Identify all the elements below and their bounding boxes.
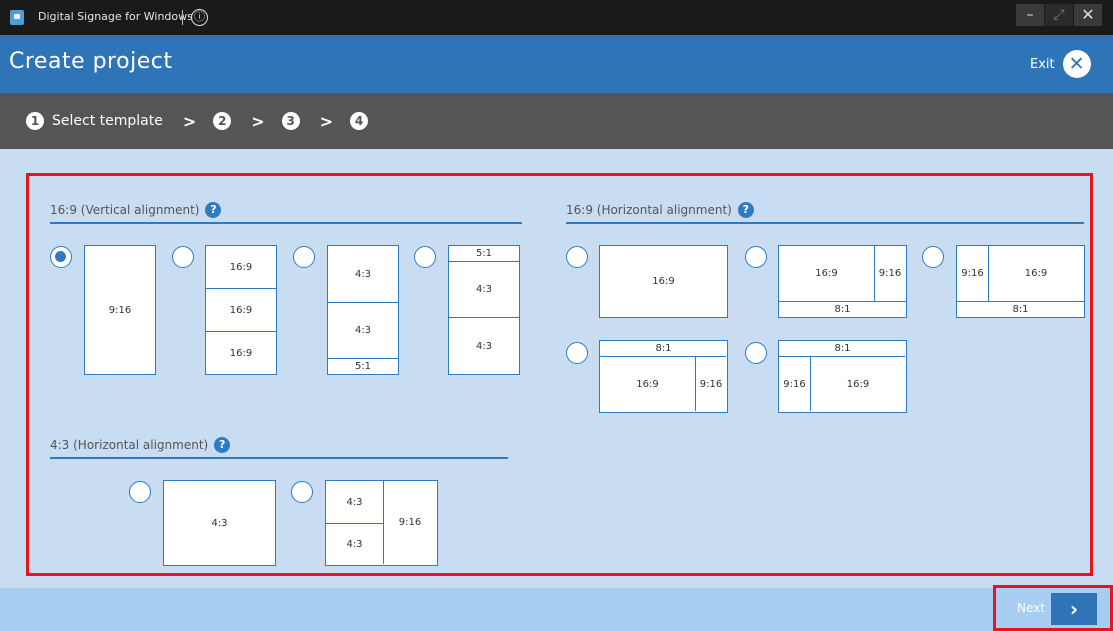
layout-cell: 9:16 [874,246,905,301]
step-1-number: 1 [26,112,44,130]
template-radio-h1[interactable] [566,246,588,268]
layout-cell: 9:16 [961,268,984,279]
section-label: 4:3 (Horizontal alignment) [50,438,209,452]
layout-cell: 16:9 [652,276,675,287]
template-radio-f2[interactable] [291,481,313,503]
chevron-right-icon[interactable]: › [1051,593,1097,625]
maximize-button[interactable]: ⤢ [1045,4,1073,26]
layout-cell: 4:3 [449,317,519,374]
layout-cell: 8:1 [957,301,1084,316]
section-title-16-9-horizontal: 16:9 (Horizontal alignment) ? [566,202,754,218]
layout-cell: 16:9 [229,262,253,273]
exit-label[interactable]: Exit [1030,57,1055,72]
chevron-right-icon: > [251,111,265,131]
template-h5-preview[interactable]: 8:1 9:16 16:9 [778,340,907,413]
layout-cell: 4:3 [211,517,228,529]
section-divider [566,222,1084,224]
chevron-right-icon: > [182,111,197,131]
template-v3-preview[interactable]: 4:3 4:3 5:1 [327,245,399,375]
layout-cell: 4:3 [449,261,519,317]
info-icon[interactable]: ⓘ [191,9,208,26]
title-bar: Digital Signage for Windows ⓘ – ⤢ ✕ [0,0,1113,35]
step-2-number: 2 [213,112,232,130]
template-f1-preview[interactable]: 4:3 [163,480,276,566]
chevron-right-icon: > [319,111,334,131]
section-label: 16:9 (Horizontal alignment) [566,203,732,217]
layout-cell: 16:9 [988,246,1083,301]
layout-cell: 8:1 [779,301,906,316]
minimize-button[interactable]: – [1016,4,1044,26]
layout-cell: 9:16 [108,304,132,316]
layout-cell: 8:1 [655,343,672,354]
layout-cell: 16:9 [206,331,276,374]
step-1-label: Select template [52,113,163,129]
template-radio-f1[interactable] [129,481,151,503]
section-title-16-9-vertical: 16:9 (Vertical alignment) ? [50,202,222,218]
layout-cell: 4:3 [346,496,363,508]
layout-cell: 16:9 [206,288,276,332]
title-separator [182,10,183,25]
template-h4-preview[interactable]: 8:1 16:9 9:16 [599,340,728,413]
template-v2-preview[interactable]: 16:9 16:9 16:9 [205,245,277,375]
footer-bar [0,588,1113,631]
template-radio-v4[interactable] [414,246,436,268]
template-h1-preview[interactable]: 16:9 [599,245,728,318]
layout-cell: 9:16 [383,481,436,564]
layout-cell: 8:1 [834,343,851,354]
section-divider [50,457,508,459]
section-title-4-3-horizontal: 4:3 (Horizontal alignment) ? [50,437,231,453]
template-radio-h5[interactable] [745,342,767,364]
next-button[interactable]: Next › [993,585,1113,631]
template-v4-preview[interactable]: 5:1 4:3 4:3 [448,245,520,375]
layout-cell: 9:16 [779,356,810,411]
layout-cell: 16:9 [815,268,838,279]
layout-cell: 5:1 [475,248,493,259]
template-radio-h4[interactable] [566,342,588,364]
layout-cell: 4:3 [326,523,383,564]
template-radio-v2[interactable] [172,246,194,268]
template-radio-h2[interactable] [745,246,767,268]
window-title: Digital Signage for Windows [38,10,193,23]
layout-cell: 9:16 [695,356,726,411]
help-icon[interactable]: ? [737,202,754,218]
step-4-number: 4 [350,112,369,130]
template-radio-h3[interactable] [922,246,944,268]
section-label: 16:9 (Vertical alignment) [50,203,200,217]
layout-cell: 4:3 [328,302,398,358]
page-title: Create project [9,49,173,74]
layout-cell: 16:9 [600,356,695,411]
steps-bar: 1 Select template > 2 > 3 > 4 [0,93,1113,149]
close-window-button[interactable]: ✕ [1074,4,1102,26]
template-radio-v3[interactable] [293,246,315,268]
help-icon[interactable]: ? [214,437,231,453]
template-radio-v1[interactable] [50,246,72,268]
template-f2-preview[interactable]: 4:3 4:3 9:16 [325,480,438,566]
close-icon[interactable]: ✕ [1062,50,1091,78]
next-label[interactable]: Next [1017,601,1045,615]
app-logo-icon [10,10,24,25]
layout-cell: 16:9 [810,356,905,411]
layout-cell: 5:1 [328,358,398,374]
help-icon[interactable]: ? [205,202,222,218]
section-divider [50,222,522,224]
template-h2-preview[interactable]: 16:9 9:16 8:1 [778,245,907,318]
step-3-number: 3 [281,112,300,130]
layout-cell: 4:3 [354,268,372,280]
template-h3-preview[interactable]: 9:16 16:9 8:1 [956,245,1085,318]
page-header: Create project Exit ✕ [0,35,1113,93]
exit-button[interactable]: Exit ✕ [1030,50,1091,78]
template-v1-preview[interactable]: 9:16 [84,245,156,375]
